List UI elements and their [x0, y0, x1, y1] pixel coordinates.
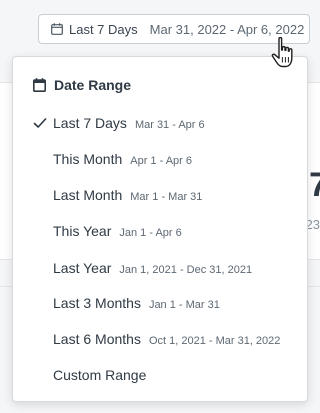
range-option-dates: Jan 1 - Apr 6 [119, 227, 182, 239]
date-range-button-range: Mar 31, 2022 - Apr 6, 2022 [149, 21, 305, 37]
date-range-button-label: Last 7 Days [69, 21, 138, 37]
range-option-label: Custom Range [53, 367, 147, 383]
range-option-label: Last Month [53, 187, 123, 203]
calendar-icon [51, 23, 63, 35]
range-option-label: Last 6 Months [53, 331, 141, 347]
range-option-dates: Mar 1 - Mar 31 [130, 191, 203, 203]
calendar-icon [33, 78, 46, 92]
range-option-last-month[interactable]: Last Month Mar 1 - Mar 31 [13, 182, 307, 208]
range-option-label: Last Year [53, 260, 112, 276]
range-option-dates: Mar 31 - Apr 6 [134, 119, 205, 131]
dropdown-header-title: Date Range [54, 77, 132, 93]
range-option-dates: Oct 1, 2021 - Mar 31, 2022 [148, 335, 281, 347]
range-option-label: Last 7 Days [53, 115, 127, 131]
range-option-dates: Apr 1 - Apr 6 [130, 155, 193, 167]
range-option-this-month[interactable]: This Month Apr 1 - Apr 6 [13, 146, 307, 172]
range-option-label: This Year [53, 223, 112, 239]
range-option-dates: Jan 1, 2021 - Dec 31, 2021 [119, 264, 253, 276]
range-option-last-7-days[interactable]: Last 7 Days Mar 31 - Apr 6 [13, 110, 307, 136]
date-range-dropdown: Date Range Last 7 Days Mar 31 - Apr 6 Thi… [12, 56, 308, 402]
hand-pointer-icon [271, 36, 293, 68]
range-option-last-3-months[interactable]: Last 3 Months Jan 1 - Mar 31 [13, 290, 307, 316]
range-option-label: This Month [53, 151, 123, 167]
range-option-label: Last 3 Months [53, 295, 141, 311]
range-option-last-year[interactable]: Last Year Jan 1, 2021 - Dec 31, 2021 [13, 255, 307, 281]
range-option-custom-range[interactable]: Custom Range [13, 362, 307, 388]
background-metric: 7 [309, 166, 320, 204]
dropdown-header: Date Range [33, 75, 131, 95]
range-option-dates: Jan 1 - Mar 31 [148, 299, 220, 311]
range-option-last-6-months[interactable]: Last 6 Months Oct 1, 2021 - Mar 31, 2022 [13, 326, 307, 352]
checkmark-icon [33, 118, 47, 128]
range-option-this-year[interactable]: This Year Jan 1 - Apr 6 [13, 218, 307, 244]
